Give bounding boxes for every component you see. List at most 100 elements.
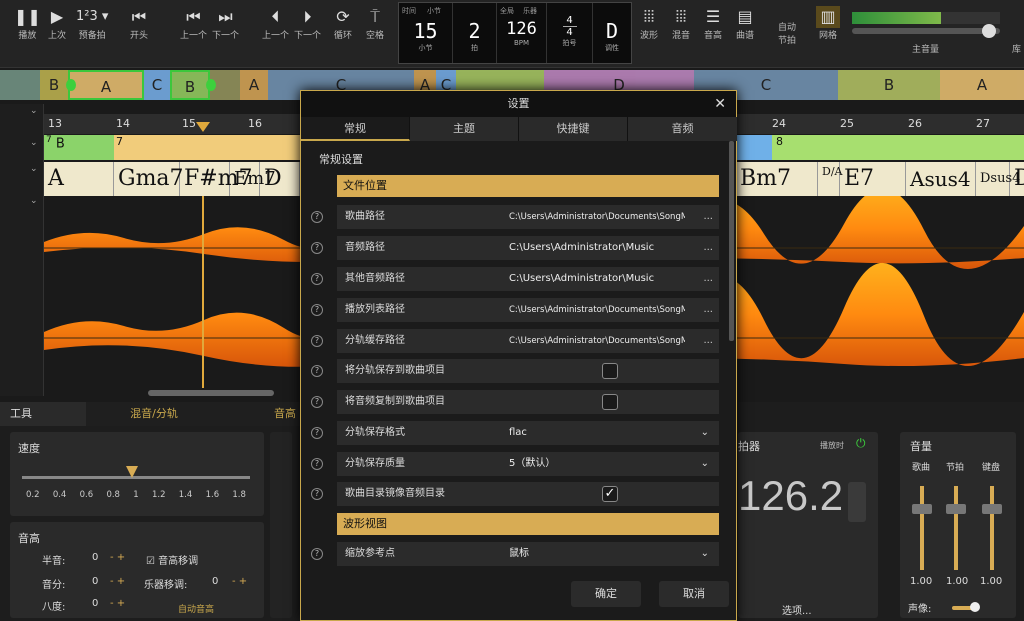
auto-tempo-button[interactable]: 自动 节拍 — [778, 6, 796, 46]
chevron-down-icon[interactable]: ⌄ — [30, 196, 38, 206]
chord-cell[interactable]: Dsus4 — [976, 162, 1020, 196]
song-volume-fader[interactable] — [920, 486, 924, 570]
chord-cell[interactable]: Em7 — [230, 162, 276, 196]
space-button[interactable]: ⍑ 空格 — [366, 6, 384, 41]
section-block[interactable]: A — [68, 70, 144, 100]
prev-section-button[interactable]: ⏴ 上一个 — [262, 6, 289, 41]
loop-button[interactable]: ⟳ 循环 — [334, 6, 352, 41]
chevron-down-icon[interactable]: ⌄ — [701, 452, 709, 476]
song-path-row[interactable]: 歌曲路径 C:\Users\Administrator\Documents\Son… — [337, 205, 719, 229]
stem-cache-path-row[interactable]: 分轨缓存路径 C:\Users\Administrator\Documents\S… — [337, 329, 719, 353]
power-icon[interactable]: ⏻ — [856, 436, 866, 451]
key-display[interactable]: D 调性 — [593, 3, 631, 63]
speed-slider[interactable] — [22, 476, 250, 479]
options-button[interactable]: 选项... — [782, 602, 812, 617]
section-label[interactable]: 7 B — [44, 135, 114, 160]
cents-stepper[interactable]: - + — [110, 576, 125, 587]
chord-cell[interactable]: A — [44, 162, 114, 196]
chevron-down-icon[interactable]: ⌄ — [701, 542, 709, 566]
go-start-button[interactable]: ⏮ 开头 — [130, 6, 148, 41]
chevron-down-icon[interactable]: ⌄ — [30, 138, 38, 148]
chord-cell[interactable]: D — [1010, 162, 1024, 196]
other-audio-path-row[interactable]: 其他音频路径 C:\Users\Administrator\Music... — [337, 267, 719, 291]
master-volume-knob[interactable] — [982, 24, 996, 38]
playlist-path-row[interactable]: 播放列表路径 C:\Users\Administrator\Documents\S… — [337, 298, 719, 322]
browse-button[interactable]: ... — [703, 298, 713, 322]
score-view-button[interactable]: ▤ 曲谱 — [736, 6, 754, 41]
fader-knob[interactable] — [946, 504, 966, 514]
prev-play-button[interactable]: ▶ 上次 — [48, 6, 66, 41]
horizontal-scrollbar[interactable] — [148, 390, 274, 396]
help-icon[interactable]: ? — [311, 304, 323, 316]
tab-audio[interactable]: 音频 — [628, 117, 737, 141]
close-icon[interactable]: ✕ — [714, 91, 726, 117]
master-volume-slider[interactable] — [852, 28, 1000, 34]
section-block[interactable]: A — [940, 70, 1024, 100]
chord-cell[interactable]: D/A — [818, 162, 842, 196]
fader-knob[interactable] — [912, 504, 932, 514]
chord-cell[interactable]: Bm7 — [736, 162, 818, 196]
save-stems-checkbox[interactable] — [602, 363, 618, 379]
octave-value[interactable]: 0 — [92, 598, 98, 609]
chevron-down-icon[interactable]: ⌄ — [701, 421, 709, 445]
ok-button[interactable]: 确定 — [571, 581, 641, 607]
fader-knob[interactable] — [982, 504, 1002, 514]
help-icon[interactable]: ? — [311, 458, 323, 470]
section-block[interactable]: B — [40, 70, 68, 100]
click-volume-fader[interactable] — [954, 486, 958, 570]
pitch-view-button[interactable]: ☰ 音高 — [704, 6, 722, 41]
instrument-shift-value[interactable]: 0 — [212, 576, 218, 587]
semitone-value[interactable]: 0 — [92, 552, 98, 563]
help-icon[interactable]: ? — [311, 396, 323, 408]
grid-button[interactable]: ▥ 网格 — [816, 6, 840, 41]
loop-start-handle[interactable] — [66, 79, 76, 91]
zoom-ref-select[interactable]: 鼠标 — [509, 542, 685, 566]
help-icon[interactable]: ? — [311, 427, 323, 439]
bpm-display[interactable]: 全局 乐器 126 BPM — [497, 3, 547, 63]
cents-value[interactable]: 0 — [92, 576, 98, 587]
next-section-button[interactable]: ⏵ 下一个 — [294, 6, 321, 41]
chord-cell[interactable]: Asus4 — [906, 162, 976, 196]
chord-cell[interactable]: E7 — [840, 162, 906, 196]
loop-end-handle[interactable] — [206, 79, 216, 91]
precount-button[interactable]: 1²3 ▾ 预备拍 — [76, 6, 108, 41]
time-signature-display[interactable]: 4 4 拍号 — [547, 3, 593, 63]
tab-mix[interactable]: 混音/分轨 — [86, 402, 222, 426]
waveform-view-button[interactable]: ⦙⦙⦙ 波形 — [640, 6, 658, 41]
section-block[interactable]: B — [838, 70, 940, 100]
instrument-shift-stepper[interactable]: - + — [232, 576, 247, 587]
pan-knob[interactable] — [970, 602, 980, 612]
mirror-dir-checkbox[interactable]: ✓ — [602, 486, 618, 502]
tempo-stepper[interactable] — [848, 482, 866, 522]
section-block[interactable]: A — [240, 70, 268, 100]
help-icon[interactable]: ? — [311, 488, 323, 500]
section-label[interactable] — [734, 135, 772, 160]
help-icon[interactable]: ? — [311, 335, 323, 347]
next-marker-button[interactable]: ⏭ 下一个 — [212, 6, 239, 41]
octave-stepper[interactable]: - + — [110, 598, 125, 609]
play-button[interactable]: ❚❚ 播放 — [14, 6, 41, 41]
stem-quality-select[interactable]: 5（默认） — [509, 452, 685, 476]
chord-cell[interactable]: D — [260, 162, 300, 196]
browse-button[interactable]: ... — [703, 329, 713, 353]
tab-theme[interactable]: 主题 — [410, 117, 519, 141]
tab-pitch[interactable]: 音高 — [222, 402, 302, 426]
playhead-marker[interactable] — [196, 122, 210, 132]
vertical-scrollbar[interactable] — [729, 141, 734, 341]
prev-marker-button[interactable]: ⏮ 上一个 — [180, 6, 207, 41]
help-icon[interactable]: ? — [311, 273, 323, 285]
browse-button[interactable]: ... — [703, 267, 713, 291]
help-icon[interactable]: ? — [311, 548, 323, 560]
section-block[interactable]: C — [144, 70, 170, 100]
keys-volume-fader[interactable] — [990, 486, 994, 570]
tab-tools[interactable]: 工具 — [0, 402, 86, 426]
browse-button[interactable]: ... — [703, 205, 713, 229]
browse-button[interactable]: ... — [703, 236, 713, 260]
audio-path-row[interactable]: 音频路径 C:\Users\Administrator\Music... — [337, 236, 719, 260]
section-label[interactable]: 8 — [772, 135, 1024, 160]
chord-cell[interactable]: F#m7 — [180, 162, 253, 196]
semitone-stepper[interactable]: - + — [110, 552, 125, 563]
chevron-down-icon[interactable]: ⌄ — [30, 106, 38, 116]
help-icon[interactable]: ? — [311, 211, 323, 223]
auto-pitch-button[interactable]: 自动音高 — [178, 602, 214, 615]
